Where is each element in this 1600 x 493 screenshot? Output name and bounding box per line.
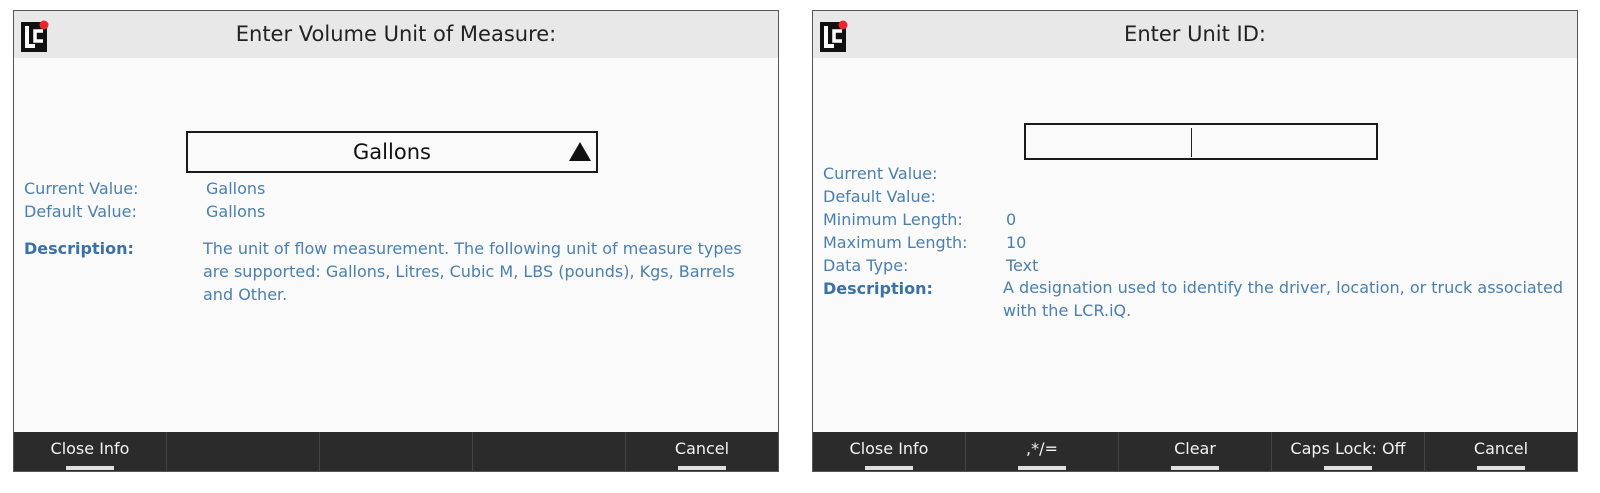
screen-header: Enter Volume Unit of Measure: [14,11,778,58]
selected-unit: Gallons [353,140,431,164]
triangle-up-icon[interactable] [569,142,591,161]
description-text: The unit of flow measurement. The follow… [203,239,742,304]
page-title: Enter Unit ID: [1124,22,1266,46]
default-value-label: Default Value: [24,202,137,221]
close-info-button[interactable]: Close Info [14,432,167,471]
symbols-button[interactable]: ,*/= [966,432,1119,471]
softkey-3[interactable] [320,432,473,471]
softkey-2[interactable] [167,432,320,471]
screen-header: Enter Unit ID: [813,11,1577,58]
softkey-label: Cancel [1473,439,1529,458]
max-length-label: Maximum Length: [823,233,968,252]
default-value-label: Default Value: [823,187,936,206]
softkey-indicator [1324,466,1372,470]
softkey-label: Close Info [50,439,130,458]
data-type-label: Data Type: [823,256,909,275]
softkey-indicator [1477,466,1525,470]
caps-lock-toggle[interactable]: Caps Lock: Off [1272,432,1425,471]
softkey-indicator [678,466,726,470]
softkey-indicator [865,466,913,470]
cancel-button[interactable]: Cancel [1425,432,1577,471]
volume-unit-screen: Enter Volume Unit of Measure: Gallons Cu… [13,10,779,472]
softkey-label: Caps Lock: Off [1290,439,1406,458]
softkey-indicator [66,466,114,470]
data-type-value: Text [1006,256,1039,275]
max-length-value: 10 [1006,233,1027,252]
text-cursor [1191,128,1192,157]
current-value-label: Current Value: [24,179,139,198]
softkey-label: ,*/= [1026,439,1058,458]
softkey-bar: Close Info ,*/= Clear Caps Lock: Off Can… [813,432,1577,471]
description-label: Description: [823,279,933,298]
current-value: Gallons [206,179,266,198]
softkey-label: Clear [1174,439,1216,458]
min-length-label: Minimum Length: [823,210,963,229]
softkey-indicator [1018,466,1066,470]
cancel-button[interactable]: Cancel [626,432,778,471]
current-value-label: Current Value: [823,164,938,183]
softkey-label: Cancel [674,439,730,458]
softkey-label: Close Info [849,439,929,458]
softkey-4[interactable] [473,432,626,471]
default-value: Gallons [206,202,266,221]
min-length-value: 0 [1006,210,1017,229]
unit-selector[interactable]: Gallons [186,131,598,173]
close-info-button[interactable]: Close Info [813,432,966,471]
softkey-indicator [1171,466,1219,470]
softkey-bar: Close Info Cancel [14,432,778,471]
unit-id-input[interactable] [1024,123,1378,160]
description-text: A designation used to identify the drive… [1003,278,1563,320]
description-label: Description: [24,239,134,258]
page-title: Enter Volume Unit of Measure: [235,22,557,46]
clear-button[interactable]: Clear [1119,432,1272,471]
unit-id-screen: Enter Unit ID: Current Value: Default Va… [812,10,1578,472]
